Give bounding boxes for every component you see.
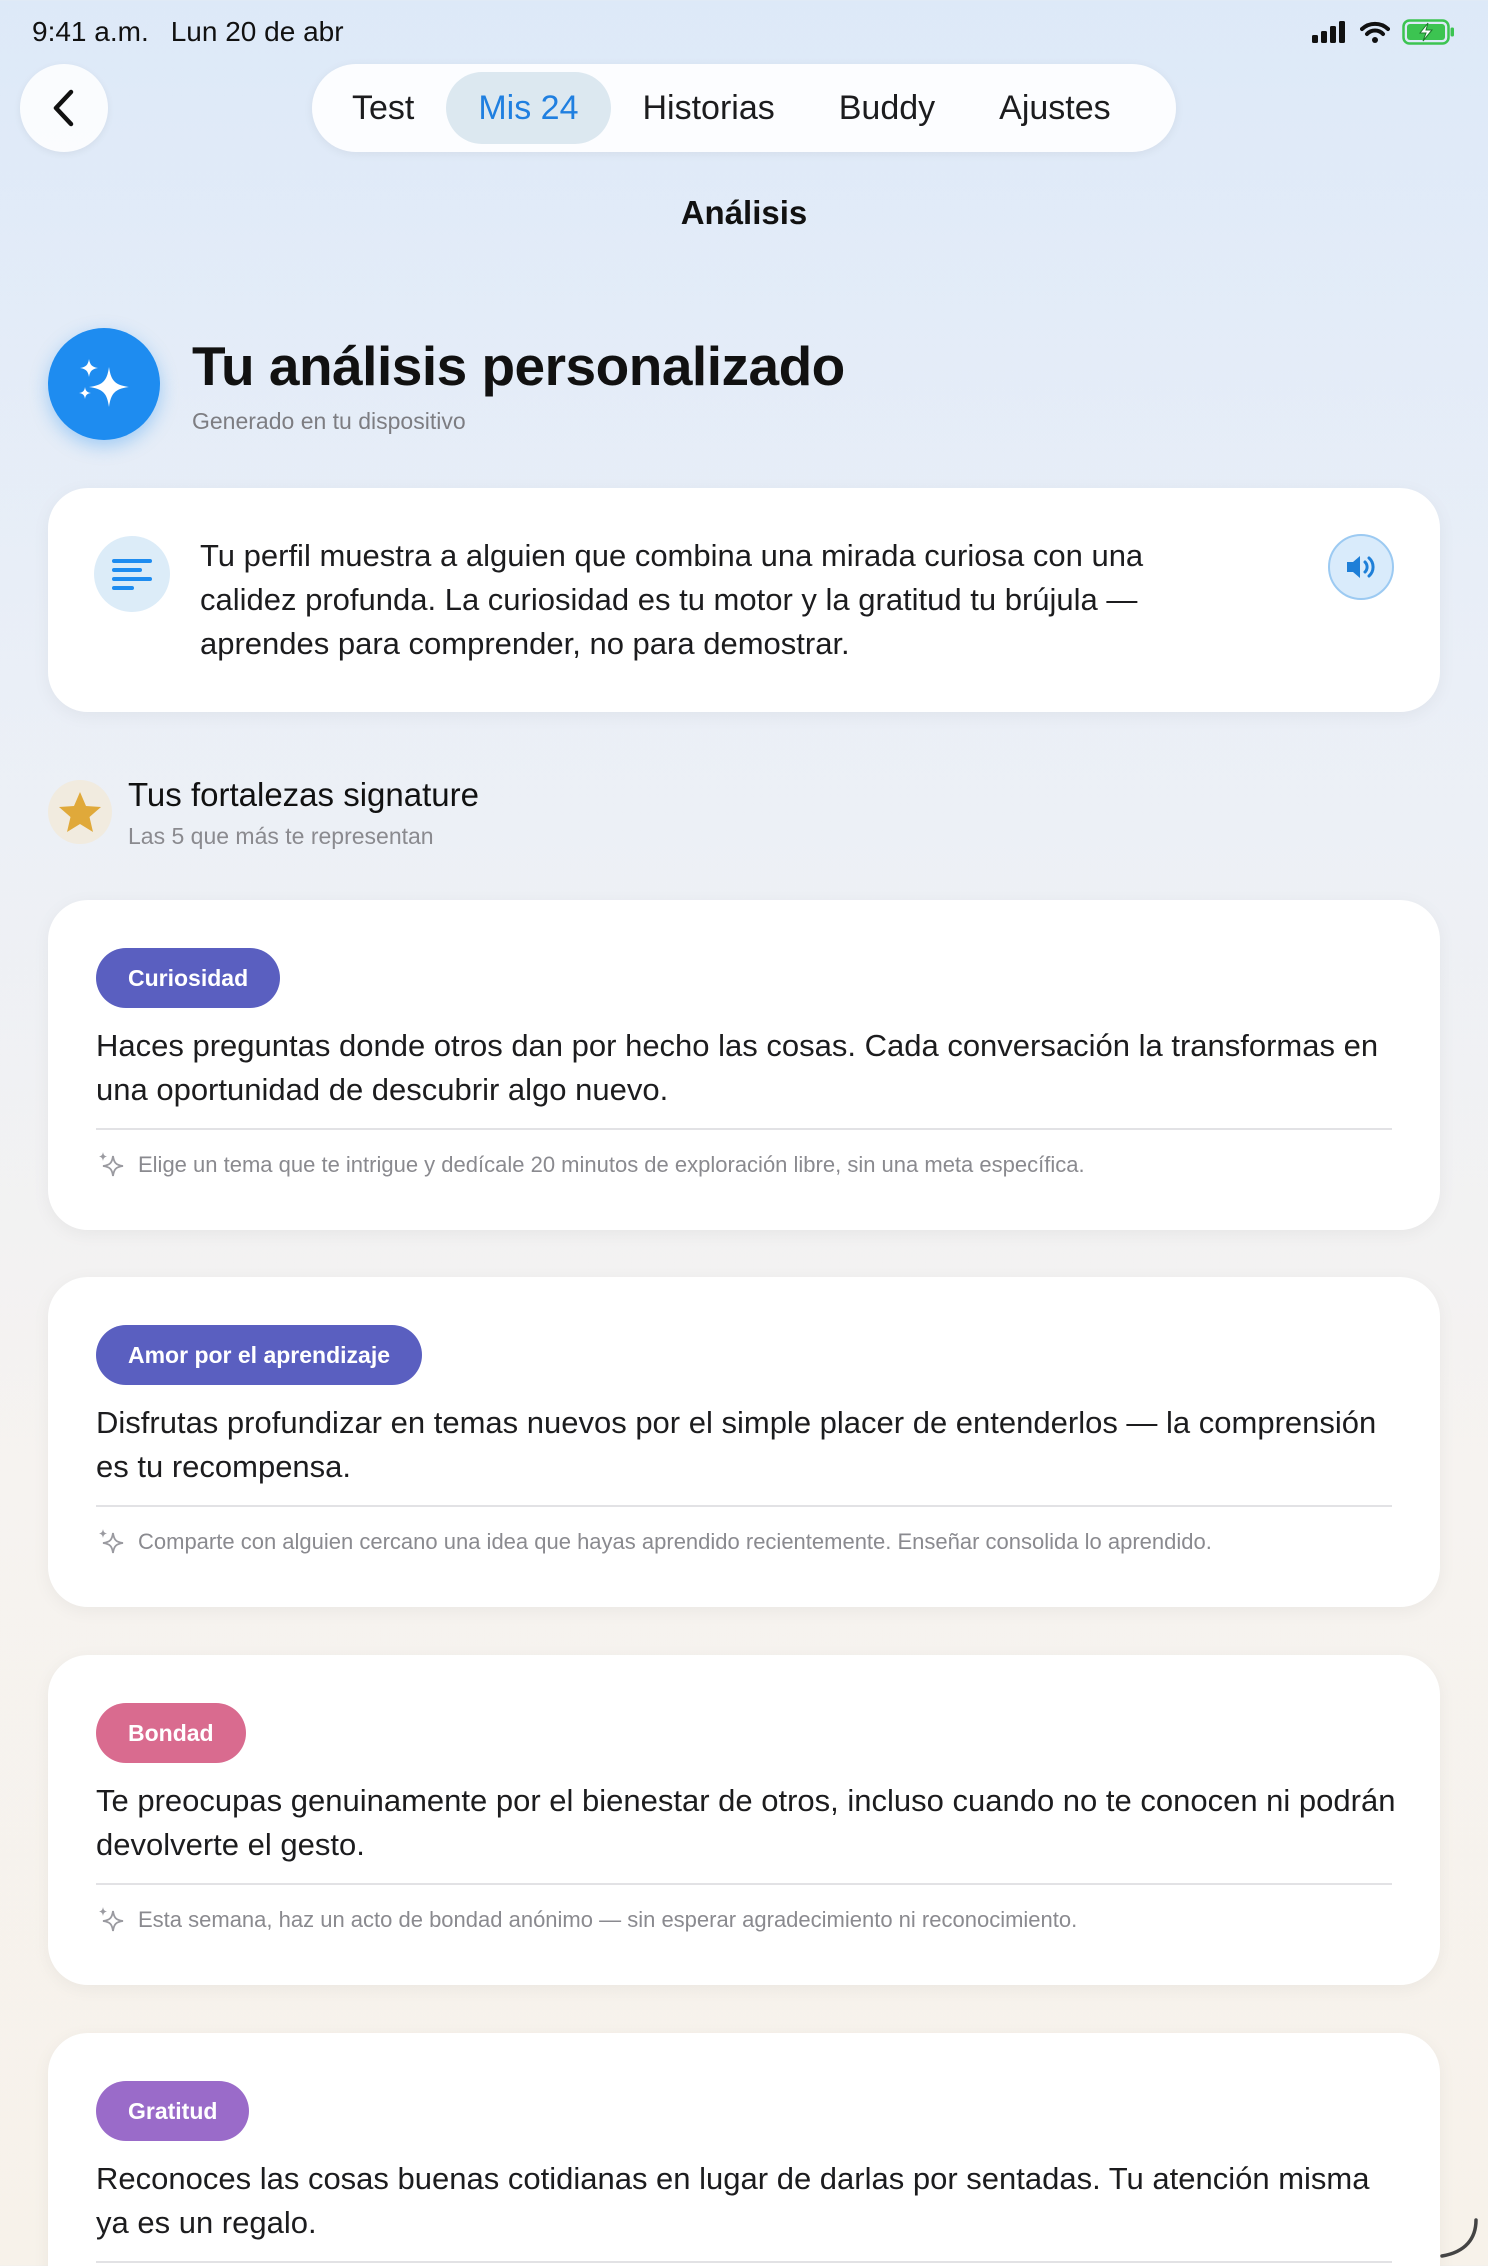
- strength-badge: Curiosidad: [96, 948, 281, 1008]
- tab-historias[interactable]: Historias: [611, 72, 807, 144]
- cellular-signal-icon: [1312, 21, 1345, 43]
- sparkle-tip-icon: [99, 1907, 124, 1932]
- tab-test[interactable]: Test: [320, 72, 446, 144]
- speaker-icon: [1347, 556, 1375, 578]
- text-lines-icon: [94, 536, 170, 612]
- status-indicators: [1312, 19, 1456, 45]
- page-title: Análisis: [680, 194, 808, 231]
- tab-mis-24[interactable]: Mis 24: [446, 72, 611, 144]
- status-time: 9:41 a.m.: [32, 16, 149, 47]
- battery-charging-icon: [1402, 19, 1454, 45]
- sparkle-tip-icon: [99, 1529, 124, 1554]
- back-button[interactable]: [20, 64, 108, 152]
- strength-card-amor-por-el-aprendizaje: Amor por el aprendizaje Disfrutas profun…: [48, 1277, 1440, 1607]
- strength-card-curiosidad: Curiosidad Haces preguntas donde otros d…: [48, 900, 1440, 1230]
- strength-badge: Gratitud: [96, 2081, 250, 2141]
- divider: [96, 2261, 1392, 2263]
- section-title: Tus fortalezas signature: [128, 776, 479, 813]
- tab-ajustes[interactable]: Ajustes: [967, 72, 1143, 144]
- strength-description: Haces preguntas donde otros dan por hech…: [96, 1028, 1379, 1107]
- strength-description: Reconoces las cosas buenas cotidianas en…: [96, 2161, 1370, 2240]
- divider: [96, 1505, 1392, 1507]
- chevron-left-icon: [53, 89, 74, 127]
- read-aloud-button[interactable]: [1328, 534, 1394, 600]
- status-date: Lun 20 de abr: [170, 16, 344, 47]
- strength-description: Te preocupas genuinamente por el bienest…: [96, 1783, 1396, 1862]
- strength-card-bondad: Bondad Te preocupas genuinamente por el …: [48, 1655, 1440, 1985]
- divider: [96, 1128, 1392, 1130]
- strength-tip: Comparte con alguien cercano una idea qu…: [138, 1529, 1212, 1554]
- strength-tip: Esta semana, haz un acto de bondad anóni…: [138, 1907, 1078, 1932]
- section-subtitle: Las 5 que más te representan: [128, 823, 434, 849]
- tab-buddy[interactable]: Buddy: [807, 72, 967, 144]
- sparkles-icon: [48, 328, 160, 440]
- strength-description: Disfrutas profundizar en temas nuevos po…: [96, 1405, 1377, 1484]
- strength-badge: Bondad: [96, 1703, 246, 1763]
- strength-badge: Amor por el aprendizaje: [96, 1325, 423, 1385]
- hero-subtitle: Generado en tu dispositivo: [192, 408, 466, 434]
- tab-bar: Test Mis 24 Historias Buddy Ajustes: [312, 64, 1176, 152]
- hero-title: Tu análisis personalizado: [192, 335, 845, 397]
- summary-text: Tu perfil muestra a alguien que combina …: [200, 538, 1144, 661]
- divider: [96, 1883, 1392, 1885]
- star-icon: [48, 780, 112, 844]
- strength-tip: Elige un tema que te intrigue y dedícale…: [138, 1152, 1085, 1177]
- strength-card-gratitud: Gratitud Reconoces las cosas buenas coti…: [48, 2033, 1440, 2266]
- status-bar: 9:41 a.m. Lun 20 de abr: [0, 0, 1488, 64]
- summary-card: Tu perfil muestra a alguien que combina …: [48, 488, 1440, 712]
- wifi-icon: [1360, 21, 1390, 43]
- scroll-indicator-icon: [1440, 2218, 1478, 2258]
- sparkle-tip-icon: [99, 1152, 124, 1177]
